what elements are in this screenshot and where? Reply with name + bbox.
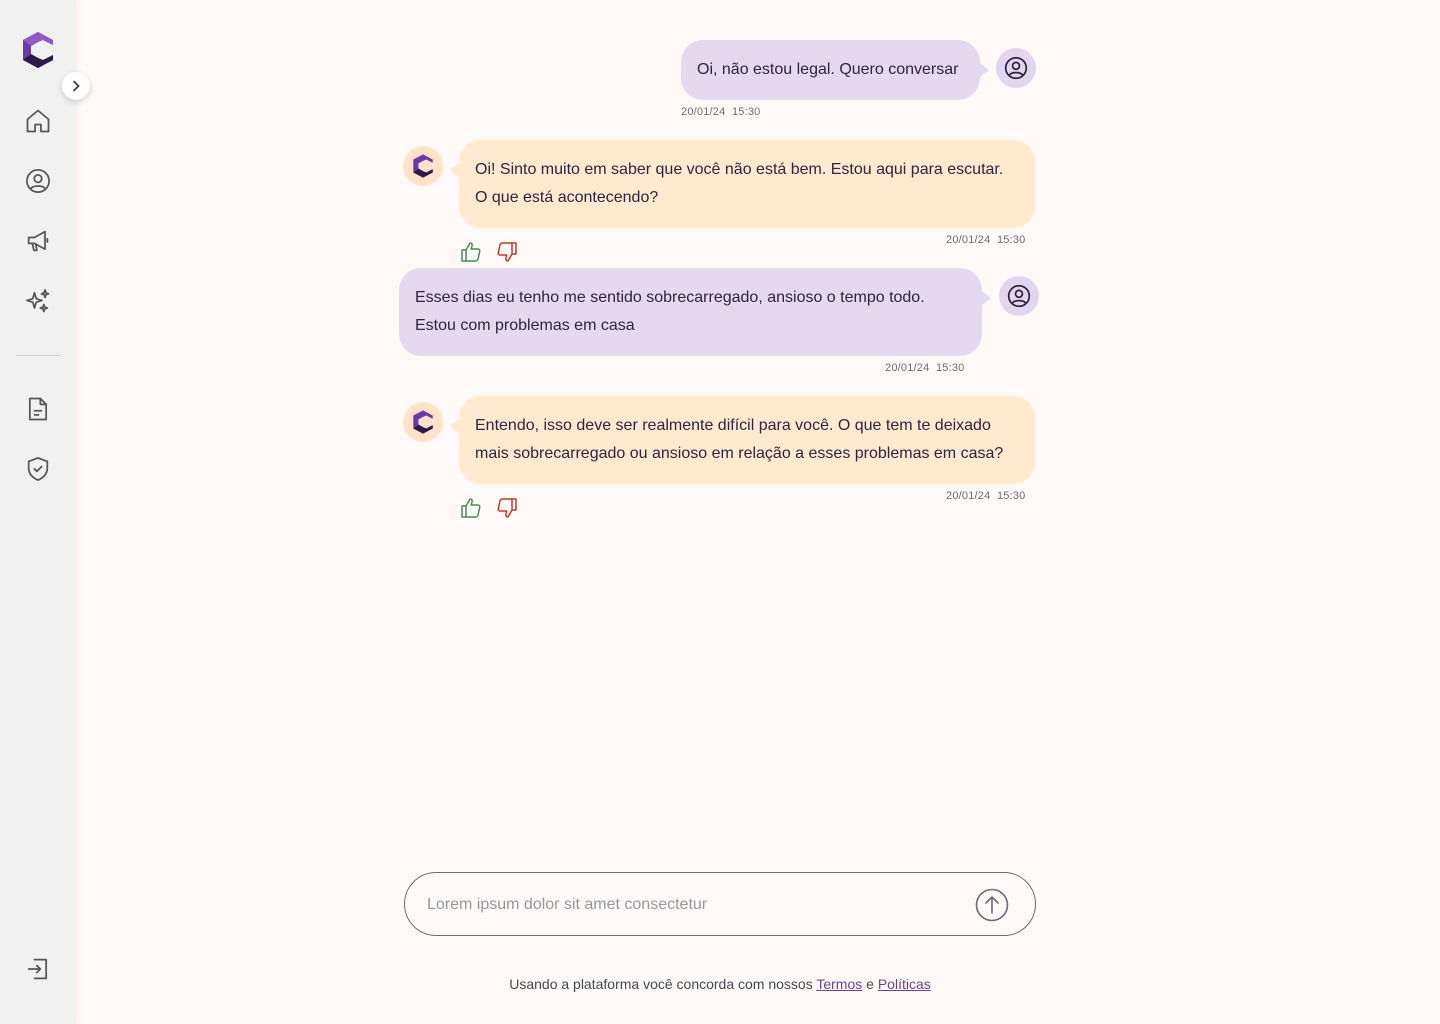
message-timestamp: 20/01/24 15:30	[681, 106, 761, 118]
message-timestamp: 20/01/24 15:30	[946, 234, 1026, 246]
message-text: Esses dias eu tenho me sentido sobrecarr…	[415, 289, 925, 334]
message-text: Oi! Sinto muito em saber que você não es…	[475, 161, 1004, 206]
thumbs-up-icon[interactable]	[459, 240, 483, 264]
message-timestamp: 20/01/24 15:30	[946, 490, 1026, 502]
message-input[interactable]	[427, 885, 967, 925]
shield-check-icon[interactable]	[24, 455, 52, 483]
bot-avatar-icon	[403, 402, 443, 442]
message-bubble: Oi, não estou legal. Quero conversar	[681, 40, 980, 100]
bubble-tail	[981, 290, 991, 306]
sparkles-icon[interactable]	[24, 287, 52, 315]
document-icon[interactable]	[24, 395, 52, 423]
bubble-tail	[979, 62, 989, 78]
footer-conjunction: e	[866, 976, 874, 992]
footer-terms: Usando a plataforma você concorda com no…	[0, 976, 1440, 992]
user-avatar-icon	[996, 48, 1036, 88]
bot-avatar-icon	[403, 146, 443, 186]
message-bubble: Entendo, isso deve ser realmente difícil…	[459, 396, 1035, 484]
user-circle-icon[interactable]	[24, 167, 52, 195]
home-icon[interactable]	[24, 107, 52, 135]
message-composer	[404, 872, 1036, 936]
send-button[interactable]	[975, 888, 1009, 922]
message-text: Oi, não estou legal. Quero conversar	[697, 61, 959, 78]
message-bubble: Esses dias eu tenho me sentido sobrecarr…	[399, 268, 982, 356]
sidebar-divider	[16, 355, 60, 356]
sidebar-collapse-button[interactable]	[62, 72, 90, 100]
megaphone-icon[interactable]	[24, 227, 52, 255]
message-bubble: Oi! Sinto muito em saber que você não es…	[459, 140, 1035, 228]
arrow-up-circle-icon	[975, 888, 1009, 922]
footer-text: Usando a plataforma você concorda com no…	[509, 976, 813, 992]
thumbs-down-icon[interactable]	[495, 240, 519, 264]
user-avatar-icon	[999, 276, 1039, 316]
terms-link[interactable]: Termos	[816, 976, 862, 992]
thumbs-down-icon[interactable]	[495, 496, 519, 520]
logo-c-icon[interactable]	[21, 30, 55, 70]
policies-link[interactable]: Políticas	[878, 976, 931, 992]
thumbs-up-icon[interactable]	[459, 496, 483, 520]
chevron-right-icon	[73, 80, 80, 92]
sidebar	[0, 0, 76, 1024]
message-text: Entendo, isso deve ser realmente difícil…	[475, 417, 1004, 462]
message-timestamp: 20/01/24 15:30	[885, 362, 965, 374]
